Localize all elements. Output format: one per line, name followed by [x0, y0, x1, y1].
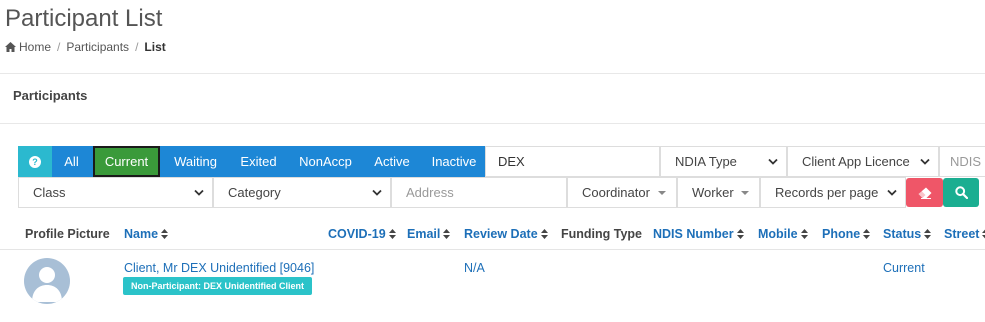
coordinator-value: Coordinator: [582, 185, 650, 200]
caret-down-icon: [658, 190, 666, 195]
avatar[interactable]: [24, 258, 70, 304]
search-button[interactable]: [943, 178, 979, 207]
breadcrumb: Home / Participants / List: [5, 40, 166, 54]
status-filter-group: All Current Waiting Exited NonAccp Activ…: [52, 146, 487, 177]
records-per-page-select[interactable]: Records per page: [760, 177, 906, 208]
header-name[interactable]: Name: [124, 227, 169, 241]
sort-icon: [736, 229, 744, 239]
search-input[interactable]: [485, 146, 660, 177]
review-date-value: N/A: [464, 261, 485, 275]
breadcrumb-home[interactable]: Home: [19, 40, 51, 54]
participant-type-badge: Non-Participant: DEX Unidentified Client: [123, 277, 313, 295]
filter-all-button[interactable]: All: [52, 146, 91, 177]
header-email[interactable]: Email: [407, 227, 451, 241]
ndia-type-select[interactable]: NDIA Type: [660, 146, 787, 177]
page-title: Participant List: [5, 5, 163, 32]
filter-exited-button[interactable]: Exited: [229, 146, 288, 177]
breadcrumb-separator: /: [57, 40, 61, 54]
help-button[interactable]: ?: [18, 146, 52, 177]
client-app-licence-select[interactable]: Client App Licence: [787, 146, 939, 177]
filter-current-button[interactable]: Current: [93, 146, 160, 177]
filter-active-button[interactable]: Active: [363, 146, 421, 177]
header-funding-type: Funding Type: [561, 227, 643, 241]
address-input[interactable]: Address: [391, 177, 567, 208]
chevron-down-icon: [887, 189, 897, 196]
header-review-date[interactable]: Review Date: [464, 227, 548, 241]
question-icon: ?: [29, 155, 41, 168]
category-select[interactable]: Category: [213, 177, 391, 208]
participant-name-link[interactable]: Client, Mr DEX Unidentified [9046]: [124, 261, 314, 275]
clear-filters-button[interactable]: [906, 178, 943, 207]
header-street[interactable]: Street: [944, 227, 985, 241]
header-status[interactable]: Status: [883, 227, 932, 241]
header-mobile[interactable]: Mobile: [758, 227, 808, 241]
breadcrumb-current: List: [144, 40, 166, 54]
chevron-down-icon: [194, 189, 204, 196]
chevron-down-icon: [372, 189, 382, 196]
category-value: Category: [228, 185, 281, 200]
filter-inactive-button[interactable]: Inactive: [421, 146, 487, 177]
sort-icon: [924, 229, 932, 239]
header-phone[interactable]: Phone: [822, 227, 871, 241]
worker-value: Worker: [692, 185, 734, 200]
class-select[interactable]: Class: [18, 177, 213, 208]
sort-icon: [443, 229, 451, 239]
caret-down-icon: [741, 190, 749, 195]
sort-icon: [161, 229, 169, 239]
breadcrumb-separator: /: [135, 40, 139, 54]
header-profile-picture: Profile Picture: [25, 227, 110, 241]
worker-select[interactable]: Worker: [677, 177, 760, 208]
breadcrumb-participants[interactable]: Participants: [66, 40, 129, 54]
table-header: Profile Picture Name COVID-19 Email Revi…: [0, 218, 985, 250]
eraser-icon: [918, 187, 931, 199]
user-silhouette-icon: [32, 267, 62, 302]
class-value: Class: [33, 185, 66, 200]
client-app-licence-value: Client App Licence: [802, 154, 910, 169]
filter-waiting-button[interactable]: Waiting: [162, 146, 229, 177]
address-placeholder: Address: [406, 185, 454, 200]
ndis-input-placeholder: NDIS I: [950, 154, 985, 169]
home-icon: [5, 42, 16, 52]
header-ndis-number[interactable]: NDIS Number: [653, 227, 744, 241]
sort-icon: [388, 229, 396, 239]
status-value: Current: [883, 261, 925, 275]
ndia-type-value: NDIA Type: [675, 154, 737, 169]
divider: [0, 73, 985, 74]
sort-icon: [863, 229, 871, 239]
coordinator-select[interactable]: Coordinator: [567, 177, 677, 208]
section-title: Participants: [13, 88, 88, 103]
chevron-down-icon: [920, 158, 930, 165]
search-icon: [954, 186, 968, 199]
ndis-input[interactable]: NDIS I: [939, 146, 985, 177]
sort-icon: [800, 229, 808, 239]
divider: [0, 123, 985, 124]
records-per-page-value: Records per page: [775, 185, 879, 200]
chevron-down-icon: [768, 158, 778, 165]
header-covid-19[interactable]: COVID-19: [328, 227, 396, 241]
filter-nonaccp-button[interactable]: NonAccp: [288, 146, 363, 177]
sort-icon: [540, 229, 548, 239]
